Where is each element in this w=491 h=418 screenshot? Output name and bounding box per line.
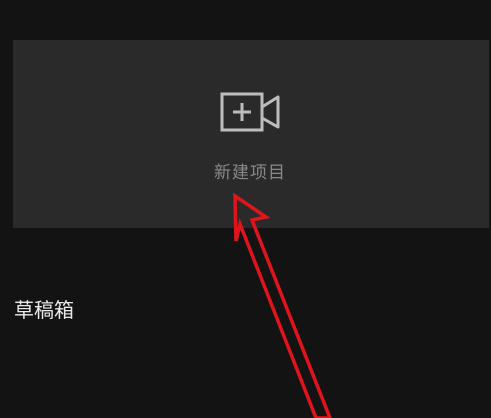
drafts-section-title: 草稿箱 <box>14 298 74 322</box>
new-project-label[interactable]: 新建项目 <box>200 158 300 183</box>
red-arrow-icon <box>233 192 332 418</box>
video-camera-plus-icon[interactable] <box>220 91 282 135</box>
